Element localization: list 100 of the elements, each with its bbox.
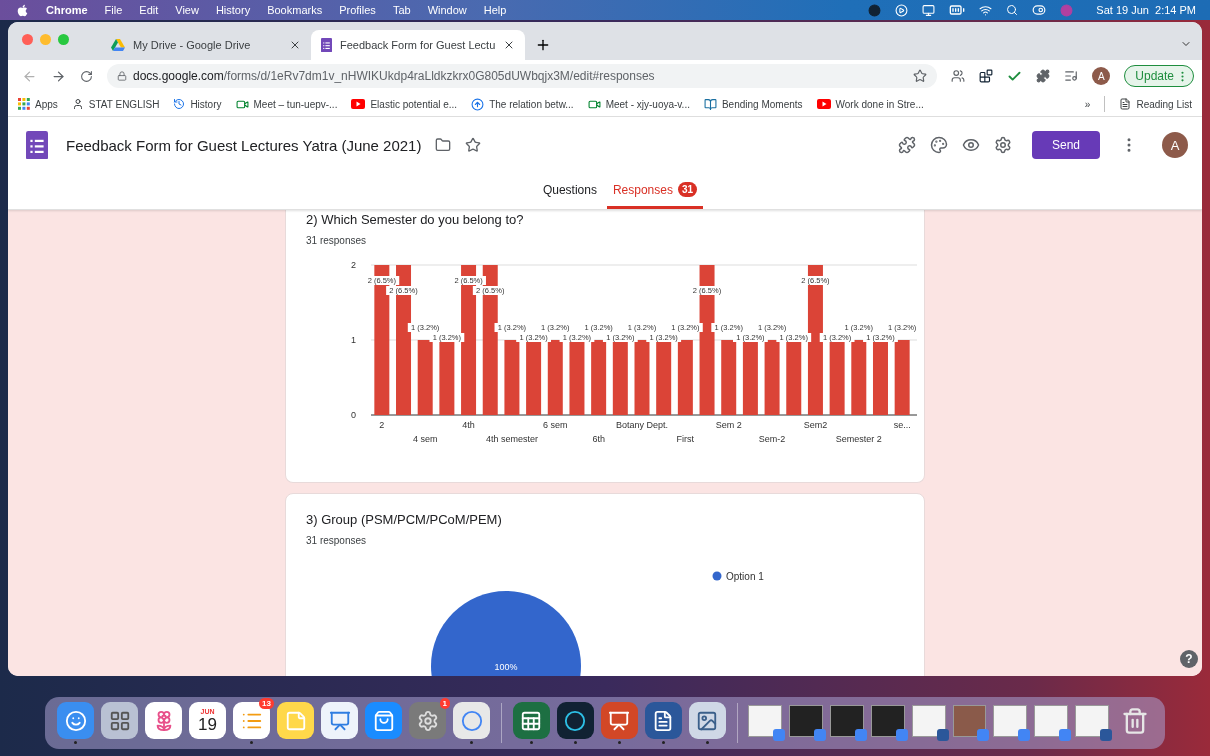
reload-icon[interactable] — [80, 69, 93, 83]
search-icon[interactable] — [1006, 4, 1019, 16]
menu-item[interactable]: Chrome — [46, 4, 88, 16]
app-icon[interactable] — [556, 702, 594, 739]
notification-badge: 1 — [439, 698, 450, 709]
forms-icon — [321, 37, 332, 53]
bookmark[interactable]: Work done in Stre... — [816, 98, 924, 110]
legend-dot — [712, 571, 722, 581]
display-icon[interactable] — [922, 3, 936, 17]
more-bookmarks[interactable]: » — [1084, 98, 1091, 110]
menu-item[interactable]: Profiles — [339, 4, 376, 16]
video-play-icon — [351, 99, 366, 109]
address-bar[interactable]: docs.google.com/forms/d/1eRv7dm1v_nHWIKUkdp4raLldkzkrx0G805dUWbqjx3M/edit#responses — [107, 64, 938, 88]
menu-item[interactable]: View — [175, 4, 199, 16]
media-icon[interactable] — [1064, 69, 1079, 83]
browser-tab[interactable]: Feedback Form for Guest Lectu — [311, 30, 526, 60]
app-icon[interactable] — [453, 702, 490, 739]
settings-icon[interactable] — [994, 136, 1012, 154]
app-icon[interactable] — [409, 702, 446, 739]
wifi-icon[interactable] — [979, 3, 993, 17]
app-icon[interactable] — [57, 702, 94, 739]
drive-icon — [111, 39, 125, 51]
axis-category-label: 4th — [462, 420, 475, 430]
legend-label: Option 1 — [726, 571, 764, 582]
app-icon[interactable] — [512, 702, 550, 739]
circle-icon[interactable] — [868, 3, 882, 17]
menu-item[interactable]: Help — [483, 4, 507, 16]
app-icon[interactable] — [644, 702, 682, 739]
question-title: 3) Group (PSM/PCM/PCoM/PEM) — [306, 512, 503, 527]
axis-tick-label: 0 — [351, 410, 356, 420]
app-icon[interactable] — [365, 702, 402, 739]
profile-avatar[interactable]: A — [1162, 132, 1188, 158]
bookmark[interactable]: Meet – tun-uepv-... — [235, 97, 338, 111]
app-icon[interactable] — [688, 702, 726, 739]
bookmark[interactable]: Apps — [18, 98, 58, 110]
list-icon — [1119, 98, 1132, 110]
forms-logo-icon — [26, 130, 48, 160]
reading-list[interactable]: Reading List — [1119, 98, 1192, 110]
axis-category-label: Botany Dept. — [616, 420, 668, 430]
app-icon[interactable] — [233, 702, 270, 739]
folder-icon[interactable] — [435, 137, 452, 153]
app-icon[interactable] — [600, 702, 638, 739]
bookmark[interactable]: The relation betw... — [471, 97, 574, 111]
app-icon[interactable] — [101, 702, 138, 739]
clock[interactable]: Sat 19 Jun 2:14 PM — [1096, 4, 1196, 16]
puzzle-icon[interactable] — [1036, 69, 1051, 83]
menu-item[interactable]: Tab — [392, 4, 411, 16]
axis-tick-label: 2 — [351, 260, 356, 270]
bookmark[interactable]: Bending Moments — [703, 97, 803, 111]
profile-avatar[interactable]: A — [1092, 67, 1111, 85]
app-icon[interactable] — [277, 702, 314, 739]
calendar-day: 19 — [198, 716, 217, 734]
axis-category-label: 6 sem — [543, 420, 568, 430]
send-button[interactable]: Send — [1032, 131, 1100, 159]
battery-icon[interactable] — [949, 2, 966, 18]
eye-icon[interactable] — [962, 136, 980, 154]
bookmark[interactable]: Meet - xjy-uoya-v... — [587, 97, 690, 111]
app-icon[interactable] — [145, 702, 182, 739]
browser-tab[interactable]: My Drive - Google Drive — [101, 30, 311, 60]
app-icon[interactable] — [321, 702, 358, 739]
question-title: 2) Which Semester do you belong to? — [306, 212, 525, 227]
bookmark[interactable]: STAT ENGLISH — [71, 98, 160, 110]
axis-category-label: 4th semester — [485, 434, 538, 444]
update-button[interactable]: Update — [1124, 65, 1194, 87]
book-icon — [703, 97, 717, 111]
clock-icon — [173, 98, 186, 110]
person-icon — [71, 98, 84, 110]
axis-category-label: 2 — [379, 420, 385, 430]
menu-item[interactable]: Bookmarks — [267, 4, 323, 16]
star-icon[interactable] — [913, 69, 928, 83]
response-count: 31 responses — [306, 235, 368, 246]
axis-category-label: Semester 2 — [835, 434, 882, 444]
close-icon[interactable] — [289, 39, 301, 51]
help-button[interactable]: ? — [1180, 650, 1198, 668]
response-count: 31 responses — [306, 535, 368, 546]
menu-item[interactable]: Edit — [139, 4, 159, 16]
axis-category-label: Sem-2 — [758, 434, 786, 444]
axis-category-label: First — [676, 434, 695, 444]
menu-item[interactable]: File — [104, 4, 123, 16]
control-center-icon[interactable] — [1032, 3, 1047, 17]
apps-grid-icon — [18, 98, 30, 110]
lock-icon — [117, 71, 127, 81]
axis-category-label: Sem 2 — [715, 420, 742, 430]
star-icon[interactable] — [465, 137, 482, 153]
bookmark[interactable]: History — [173, 98, 222, 110]
form-tab[interactable]: Questions — [536, 173, 603, 209]
bookmark[interactable]: Elastic potential e... — [351, 98, 458, 110]
video-play-icon — [816, 99, 831, 109]
axis-category-label: 6th — [592, 434, 605, 444]
axis-tick-label: 1 — [351, 335, 356, 345]
axis-category-label: se... — [893, 420, 911, 430]
forward-icon[interactable] — [51, 68, 66, 84]
menu-item[interactable]: History — [215, 4, 251, 16]
menu-item[interactable]: Window — [427, 4, 467, 16]
puzzle-icon[interactable] — [898, 136, 916, 154]
palette-icon[interactable] — [930, 136, 948, 154]
apple-logo-icon[interactable] — [16, 3, 29, 17]
notification-badge: 13 — [259, 698, 274, 709]
play-icon[interactable] — [895, 3, 909, 17]
axis-category-label: Sem2 — [803, 420, 828, 430]
